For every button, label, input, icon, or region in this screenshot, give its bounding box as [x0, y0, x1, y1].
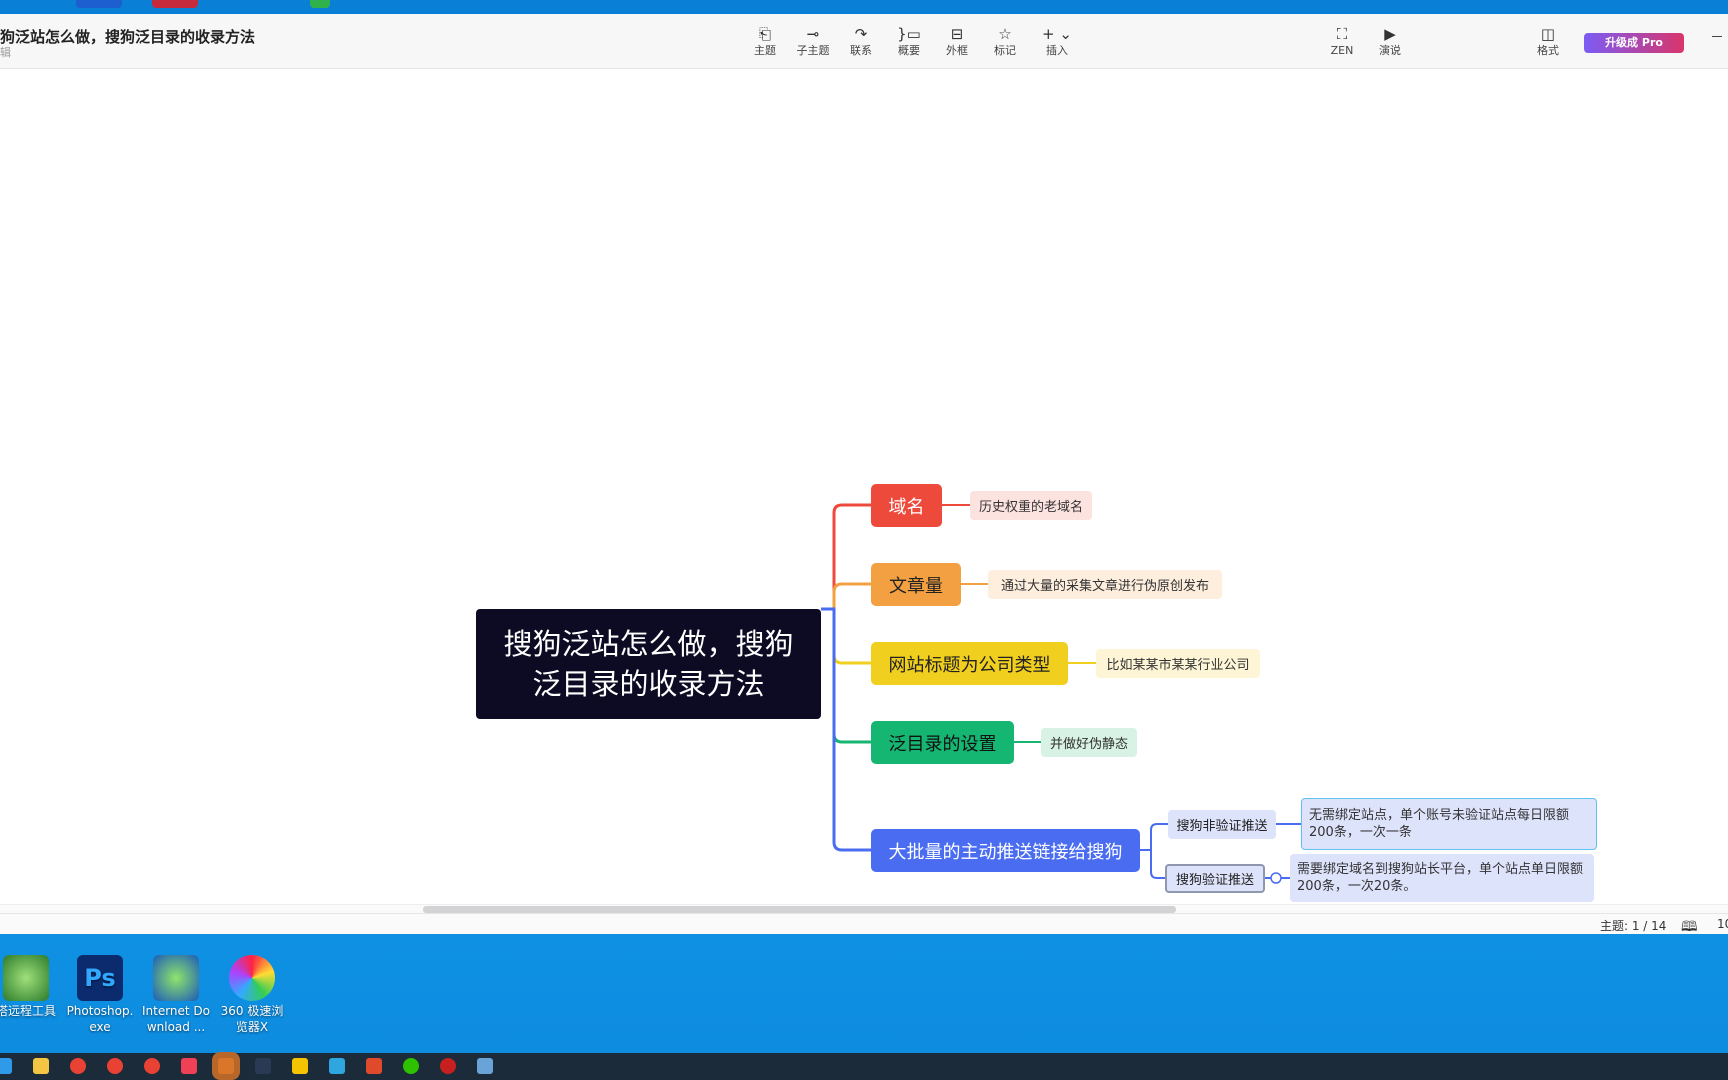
connector-line	[821, 607, 871, 744]
strip-tab[interactable]	[76, 0, 122, 8]
push-detail[interactable]: 无需绑定站点，单个账号未验证站点每日限额200条，一次一条	[1301, 798, 1597, 850]
browser-360-icon	[229, 955, 275, 1001]
push-detail[interactable]: 需要绑定域名到搜狗站长平台，单个站点单日限额200条，一次20条。	[1290, 854, 1594, 902]
branch-topic[interactable]: 网站标题为公司类型	[871, 642, 1068, 685]
notes-icon[interactable]	[477, 1058, 493, 1074]
horizontal-scrollbar[interactable]	[0, 904, 1728, 913]
browser-tab-strip	[0, 0, 1728, 14]
upgrade-pro-button[interactable]: 升级成 Pro	[1584, 33, 1684, 53]
star-icon: ☆	[998, 25, 1012, 43]
record-icon[interactable]	[440, 1058, 456, 1074]
collapse-icon[interactable]	[1270, 872, 1282, 884]
root-topic[interactable]: 搜狗泛站怎么做，搜狗泛目录的收录方法	[476, 609, 821, 719]
terminal-icon[interactable]	[255, 1058, 271, 1074]
tool-insert[interactable]: + ⌄ 插入	[1035, 24, 1079, 58]
scrollbar-thumb[interactable]	[423, 906, 1176, 913]
format-icon: ◫	[1540, 25, 1556, 43]
branch-topic[interactable]: 域名	[871, 484, 942, 527]
desktop-shortcut[interactable]: Internet Download ...	[140, 955, 212, 1035]
play-icon: ▶	[1384, 25, 1396, 43]
mindmap-canvas[interactable]: 搜狗泛站怎么做，搜狗泛目录的收录方法 域名 历史权重的老域名文章量 通过大量的采集文…	[0, 69, 1728, 904]
tool-subtopic[interactable]: ⊸ 子主题	[791, 24, 835, 58]
connector-line	[821, 607, 871, 852]
tool-present[interactable]: ▶ 演说	[1368, 24, 1412, 58]
zen-icon: ⛶	[1336, 25, 1348, 43]
connector-line	[1140, 849, 1165, 879]
book-icon[interactable]: 🕮	[1681, 916, 1698, 940]
minimize-icon[interactable]	[1712, 36, 1722, 37]
desktop-shortcut-label: 360 极速浏览器X	[220, 1004, 284, 1034]
branch-topic[interactable]: 大批量的主动推送链接给搜狗	[871, 829, 1140, 872]
pocket-icon[interactable]	[181, 1058, 197, 1074]
connector-lines	[821, 503, 1544, 884]
document-title[interactable]: 狗泛站怎么做，搜狗泛目录的收录方法	[0, 26, 255, 47]
zoom-level[interactable]: 10	[1717, 917, 1728, 931]
strip-tab[interactable]	[152, 0, 198, 8]
remote-tool-icon	[3, 955, 49, 1001]
tool-zen-label: ZEN	[1330, 44, 1354, 57]
tool-marker-label: 标记	[994, 44, 1016, 57]
tool-relation-label: 联系	[850, 44, 872, 57]
tool-zen[interactable]: ⛶ ZEN	[1320, 24, 1364, 58]
tool-marker[interactable]: ☆ 标记	[983, 24, 1027, 58]
tool-present-label: 演说	[1379, 44, 1401, 57]
connector-line	[1140, 823, 1168, 851]
branch-topic[interactable]: 泛目录的设置	[871, 721, 1014, 764]
tool-subtopic-label: 子主题	[796, 44, 830, 57]
wechat-icon[interactable]	[403, 1058, 419, 1074]
connector-line	[821, 607, 871, 665]
start-icon[interactable]	[0, 1058, 12, 1074]
tool-relation[interactable]: ↷ 联系	[839, 24, 883, 58]
tool-format-label: 格式	[1537, 44, 1559, 57]
tool-insert-label: 插入	[1046, 44, 1068, 57]
relation-icon: ↷	[854, 25, 868, 43]
idm-icon	[153, 955, 199, 1001]
tool-boundary-label: 外框	[946, 44, 968, 57]
push-topic[interactable]: 搜狗非验证推送	[1168, 810, 1276, 839]
chrome-icon[interactable]	[107, 1058, 123, 1074]
detail-topic[interactable]: 并做好伪静态	[1041, 728, 1137, 757]
summary-icon: }▭	[897, 25, 921, 43]
mindmap-app-window: 狗泛站怎么做，搜狗泛目录的收录方法 辑 ⎗ 主题 ⊸ 子主题 ↷ 联系}▭ 概要 ⊟ 外框 ☆ 标记…	[0, 14, 1728, 935]
desktop-shortcut[interactable]: 塔远程工具	[0, 955, 62, 1019]
subtopic-icon: ⊸	[806, 25, 820, 43]
chrome-icon[interactable]	[144, 1058, 160, 1074]
desktop-shortcut[interactable]: Ps Photoshop.exe	[64, 955, 136, 1035]
topic-icon: ⎗	[758, 25, 771, 43]
chrome-icon[interactable]	[70, 1058, 86, 1074]
mail-icon[interactable]	[292, 1058, 308, 1074]
detail-topic[interactable]: 比如某某市某某行业公司	[1096, 649, 1260, 678]
boundary-icon: ⊟	[950, 25, 964, 43]
desktop-shortcut-label: 塔远程工具	[0, 1004, 56, 1018]
photoshop-icon: Ps	[77, 955, 123, 1001]
tool-boundary[interactable]: ⊟ 外框	[935, 24, 979, 58]
wps-icon[interactable]	[366, 1058, 382, 1074]
tool-summary-label: 概要	[898, 44, 920, 57]
connector-line	[821, 582, 871, 611]
detail-topic[interactable]: 历史权重的老域名	[970, 491, 1092, 520]
telegram-icon[interactable]	[329, 1058, 345, 1074]
desktop-shortcut-label: Photoshop.exe	[66, 1004, 134, 1034]
detail-topic[interactable]: 通过大量的采集文章进行伪原创发布	[988, 570, 1222, 599]
app-icon[interactable]	[218, 1058, 234, 1074]
tool-topic[interactable]: ⎗ 主题	[743, 24, 787, 58]
desktop-shortcut[interactable]: 360 极速浏览器X	[216, 955, 288, 1035]
connector-line	[821, 503, 871, 611]
taskbar	[0, 1053, 1728, 1080]
topic-count: 主题: 1 / 14	[1600, 919, 1667, 933]
tool-topic-label: 主题	[754, 44, 776, 57]
status-bar: 主题: 1 / 14 🕮 10	[0, 913, 1728, 935]
tool-summary[interactable]: }▭ 概要	[887, 24, 931, 58]
strip-tab[interactable]	[310, 0, 330, 8]
toolbar: 狗泛站怎么做，搜狗泛目录的收录方法 辑 ⎗ 主题 ⊸ 子主题 ↷ 联系}▭ 概要 ⊟ 外框 ☆ 标记…	[0, 14, 1728, 69]
push-topic[interactable]: 搜狗验证推送	[1165, 864, 1265, 893]
tool-format[interactable]: ◫ 格式	[1526, 24, 1570, 58]
branch-topic[interactable]: 文章量	[871, 563, 961, 606]
explorer-icon[interactable]	[33, 1058, 49, 1074]
document-subtitle: 辑	[0, 46, 11, 59]
plus-icon: + ⌄	[1042, 25, 1072, 43]
desktop-shortcut-label: Internet Download ...	[141, 1004, 211, 1034]
